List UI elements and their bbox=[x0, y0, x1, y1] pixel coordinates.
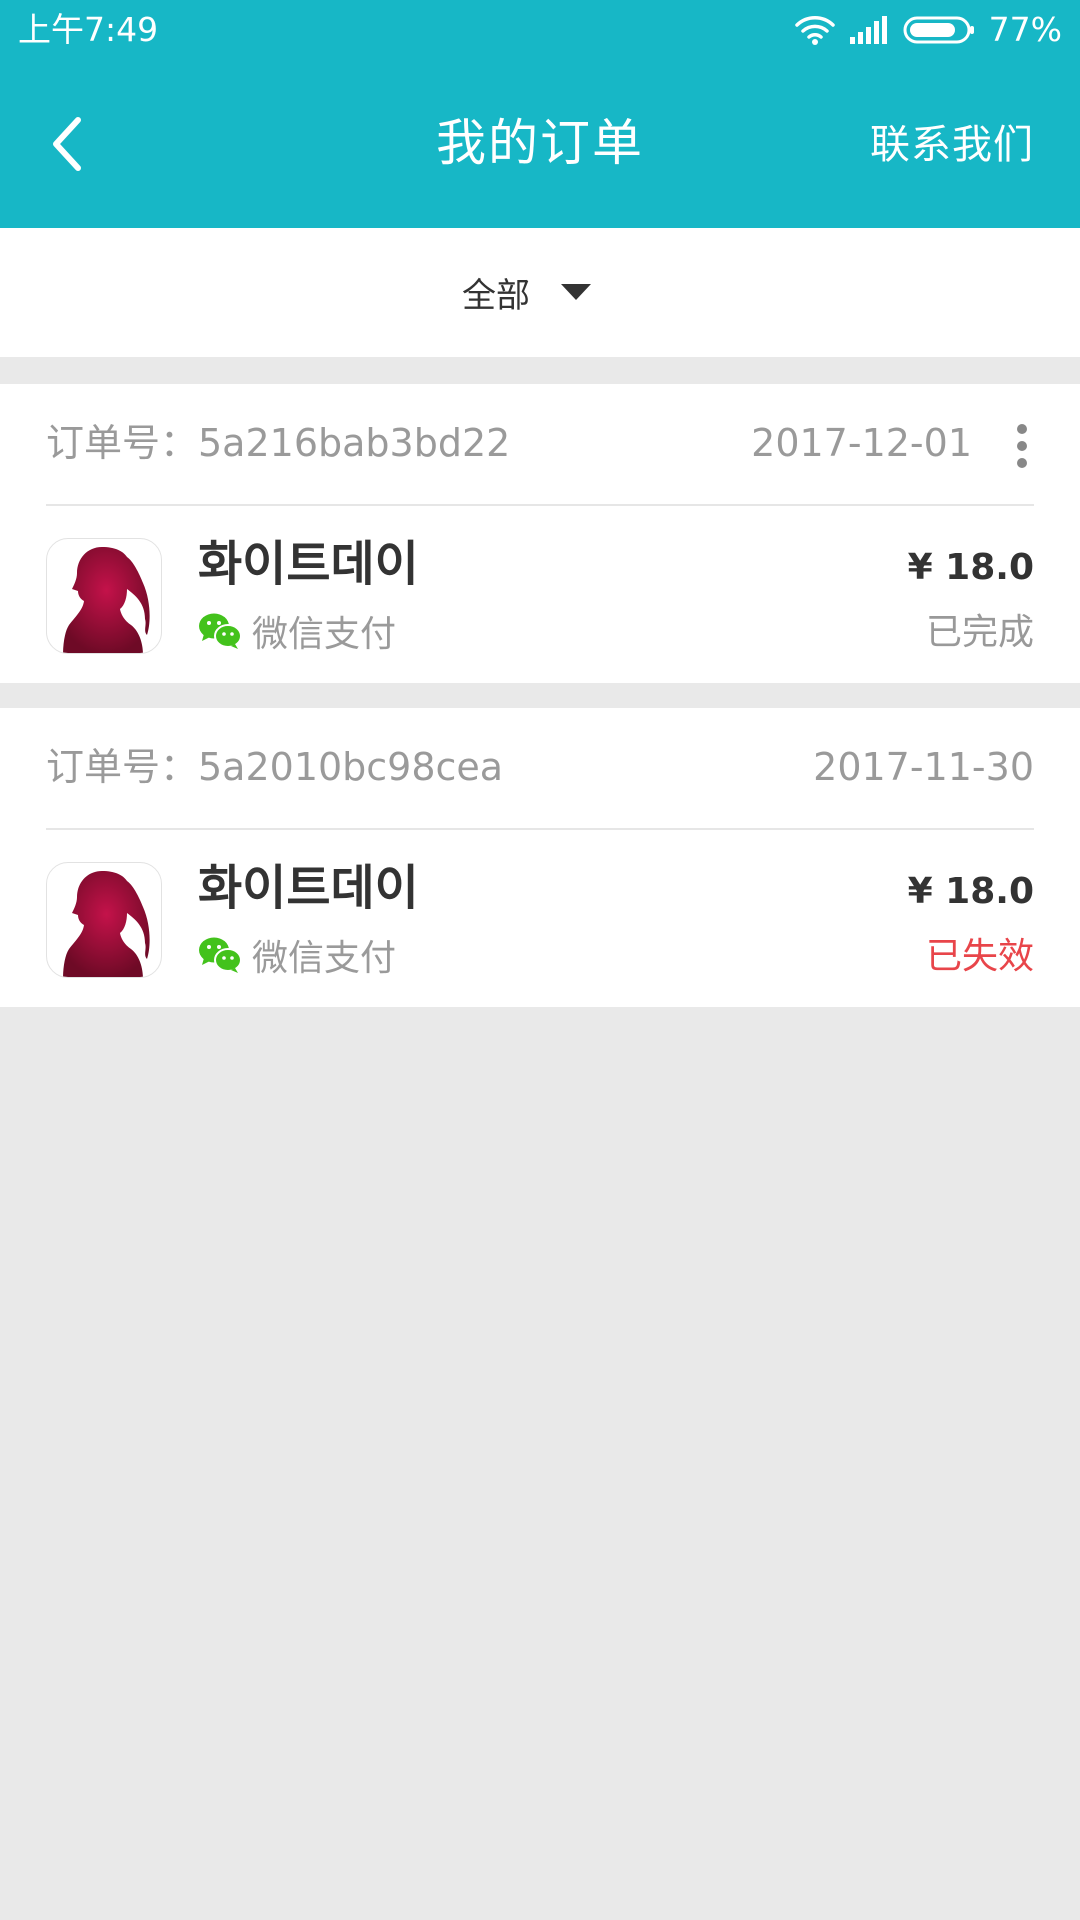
order-card[interactable]: 订单号：5a216bab3bd22 2017-12-01 화이트데이 微信支付 … bbox=[0, 384, 1080, 683]
silhouette-icon bbox=[63, 547, 150, 653]
order-body: 화이트데이 微信支付 ¥ 18.0 已失效 bbox=[46, 830, 1034, 1007]
more-menu-icon[interactable] bbox=[1010, 422, 1034, 470]
status-icons: 77% bbox=[794, 8, 1062, 52]
contact-us-button[interactable]: 联系我们 bbox=[870, 120, 1034, 170]
order-number: 订单号：5a216bab3bd22 bbox=[46, 421, 511, 465]
payment-label: 微信支付 bbox=[252, 614, 397, 655]
order-date: 2017-12-01 bbox=[751, 421, 972, 465]
silhouette-icon bbox=[63, 871, 150, 977]
order-number: 订单号：5a2010bc98cea bbox=[46, 745, 504, 789]
order-card[interactable]: 订单号：5a2010bc98cea 2017-11-30 화이트데이 微信支付 … bbox=[0, 708, 1080, 1007]
order-header: 订单号：5a216bab3bd22 2017-12-01 bbox=[46, 384, 1034, 506]
order-list-screen: 上午7:49 77% 我的订单 联系我们 全部 订单号：5a216bab3bd2… bbox=[0, 0, 1080, 1920]
order-status: 已失效 bbox=[925, 936, 1034, 977]
app-icon bbox=[46, 538, 162, 654]
filter-label: 全部 bbox=[462, 275, 530, 316]
app-header: 上午7:49 77% 我的订单 联系我们 bbox=[0, 0, 1080, 228]
order-price: ¥ 18.0 bbox=[907, 547, 1034, 588]
signal-icon bbox=[849, 15, 889, 45]
order-body: 화이트데이 微信支付 ¥ 18.0 已完成 bbox=[46, 506, 1034, 683]
payment-method: 微信支付 bbox=[198, 930, 396, 980]
dropdown-caret-icon bbox=[561, 284, 591, 300]
wechat-pay-icon bbox=[199, 937, 242, 973]
payment-label: 微信支付 bbox=[252, 938, 397, 979]
order-date: 2017-11-30 bbox=[813, 745, 1034, 789]
app-icon bbox=[46, 862, 162, 978]
status-time: 上午7:49 bbox=[18, 10, 159, 49]
app-name: 화이트데이 bbox=[198, 860, 419, 916]
filter-dropdown[interactable]: 全部 bbox=[462, 262, 592, 322]
order-header: 订单号：5a2010bc98cea 2017-11-30 bbox=[46, 708, 1034, 830]
payment-method: 微信支付 bbox=[198, 606, 396, 656]
battery-percent: 77% bbox=[988, 10, 1062, 49]
order-price: ¥ 18.0 bbox=[907, 871, 1034, 912]
battery-icon bbox=[903, 15, 975, 45]
filter-bar: 全部 bbox=[0, 228, 1080, 357]
app-name: 화이트데이 bbox=[198, 536, 419, 592]
order-status: 已完成 bbox=[925, 612, 1034, 653]
wechat-pay-icon bbox=[199, 613, 242, 649]
wifi-icon bbox=[794, 14, 835, 46]
